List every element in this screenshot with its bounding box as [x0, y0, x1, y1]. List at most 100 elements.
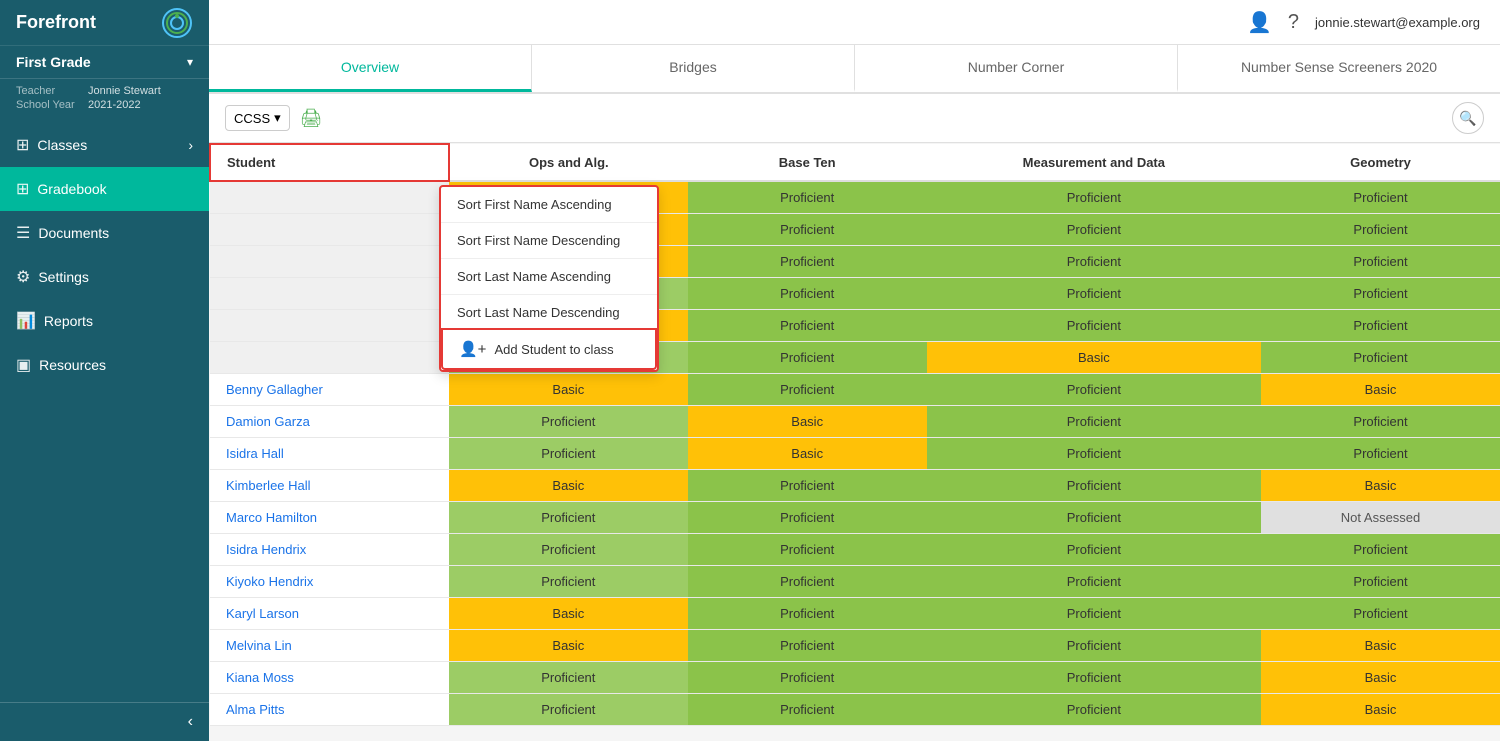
class-name: First Grade — [16, 54, 91, 70]
search-icon: 🔍 — [1459, 110, 1476, 127]
sort-dropdown: Sort First Name Ascending Sort First Nam… — [439, 185, 659, 372]
column-header-geometry: Geometry — [1261, 144, 1500, 181]
cell-geometry: Basic — [1261, 374, 1500, 406]
sidebar-item-label-reports: Reports — [44, 313, 93, 329]
table-body: BasicProficientProficientProficientBasic… — [210, 181, 1500, 726]
cell-base: Proficient — [688, 246, 927, 278]
cell-base: Proficient — [688, 374, 927, 406]
table-row: Isidra HallProficientBasicProficientProf… — [210, 438, 1500, 470]
table-row: Karyl LarsonBasicProficientProficientPro… — [210, 598, 1500, 630]
class-section[interactable]: First Grade ▾ — [0, 45, 209, 79]
help-icon[interactable]: ? — [1288, 11, 1299, 34]
sidebar-item-reports[interactable]: 📊 Reports — [0, 299, 209, 343]
cell-ops: Basic — [449, 470, 688, 502]
main-content: 👤 ? jonnie.stewart@example.org Overview … — [209, 0, 1500, 741]
cell-base: Proficient — [688, 342, 927, 374]
cell-geometry: Proficient — [1261, 310, 1500, 342]
teacher-info: TeacherJonnie Stewart School Year2021-20… — [0, 79, 209, 123]
sidebar-collapse[interactable]: ‹ — [0, 702, 209, 741]
cell-measurement: Proficient — [927, 214, 1261, 246]
table-row: BasicProficientProficientProficient — [210, 181, 1500, 214]
sort-first-name-descending[interactable]: Sort First Name Descending — [441, 222, 657, 258]
sort-last-name-descending[interactable]: Sort Last Name Descending — [441, 294, 657, 330]
tab-number-sense[interactable]: Number Sense Screeners 2020 — [1178, 45, 1500, 92]
cell-base: Proficient — [688, 214, 927, 246]
settings-icon: ⚙ — [16, 267, 30, 287]
teacher-name: Jonnie Stewart — [88, 85, 161, 97]
teacher-label: Teacher — [16, 85, 88, 97]
cell-student-name — [210, 246, 449, 278]
cell-base: Proficient — [688, 534, 927, 566]
sidebar-item-classes[interactable]: ⊞ Classes › — [0, 123, 209, 167]
cell-student-name[interactable]: Kiana Moss — [210, 662, 449, 694]
cell-measurement: Proficient — [927, 374, 1261, 406]
school-year-value: 2021-2022 — [88, 99, 141, 111]
ccss-label: CCSS — [234, 111, 270, 126]
cell-student-name[interactable]: Kimberlee Hall — [210, 470, 449, 502]
cell-student-name[interactable]: Isidra Hall — [210, 438, 449, 470]
cell-student-name[interactable]: Kiyoko Hendrix — [210, 566, 449, 598]
app-logo-icon — [161, 7, 193, 39]
cell-base: Proficient — [688, 470, 927, 502]
cell-measurement: Proficient — [927, 438, 1261, 470]
cell-student-name — [210, 214, 449, 246]
cell-student-name[interactable]: Melvina Lin — [210, 630, 449, 662]
cell-geometry: Proficient — [1261, 598, 1500, 630]
sort-first-name-ascending[interactable]: Sort First Name Ascending — [441, 187, 657, 222]
sidebar-item-label-settings: Settings — [38, 269, 89, 285]
add-student-label: Add Student to class — [494, 342, 613, 357]
print-icon[interactable]: 🖨 — [300, 108, 323, 129]
tab-bridges[interactable]: Bridges — [532, 45, 855, 92]
column-header-student[interactable]: Student — [210, 144, 449, 181]
cell-ops: Basic — [449, 598, 688, 630]
add-person-icon: 👤+ — [459, 340, 486, 358]
search-button[interactable]: 🔍 — [1452, 102, 1484, 134]
nav-items: ⊞ Classes › ⊞ Gradebook ☰ Documents ⚙ Se… — [0, 123, 209, 702]
cell-student-name[interactable]: Alma Pitts — [210, 694, 449, 726]
cell-geometry: Basic — [1261, 630, 1500, 662]
table-row: BasicProficientProficientProficient — [210, 214, 1500, 246]
cell-student-name[interactable]: Benny Gallagher — [210, 374, 449, 406]
table-row: Kimberlee HallBasicProficientProficientB… — [210, 470, 1500, 502]
cell-student-name[interactable]: Isidra Hendrix — [210, 534, 449, 566]
cell-student-name[interactable]: Karyl Larson — [210, 598, 449, 630]
cell-ops: Basic — [449, 374, 688, 406]
chevron-down-icon: ▾ — [187, 55, 193, 69]
ccss-chevron-icon: ▾ — [274, 110, 281, 126]
user-email: jonnie.stewart@example.org — [1315, 15, 1480, 30]
sidebar-item-resources[interactable]: ▣ Resources — [0, 343, 209, 387]
cell-student-name — [210, 342, 449, 374]
sidebar-item-label-gradebook: Gradebook — [37, 181, 106, 197]
cell-base: Proficient — [688, 566, 927, 598]
column-student-label: Student — [227, 155, 275, 170]
cell-measurement: Basic — [927, 342, 1261, 374]
cell-measurement: Proficient — [927, 278, 1261, 310]
cell-base: Proficient — [688, 310, 927, 342]
cell-geometry: Proficient — [1261, 406, 1500, 438]
table-row: Kiana MossProficientProficientProficient… — [210, 662, 1500, 694]
sort-last-name-ascending[interactable]: Sort Last Name Ascending — [441, 258, 657, 294]
cell-base: Proficient — [688, 694, 927, 726]
sidebar-item-gradebook[interactable]: ⊞ Gradebook — [0, 167, 209, 211]
tab-number-corner[interactable]: Number Corner — [855, 45, 1178, 92]
ccss-dropdown-button[interactable]: CCSS ▾ — [225, 105, 290, 131]
collapse-icon[interactable]: ‹ — [188, 713, 193, 731]
sidebar-header: Forefront — [0, 0, 209, 45]
tab-overview[interactable]: Overview — [209, 45, 532, 92]
cell-student-name[interactable]: Marco Hamilton — [210, 502, 449, 534]
sidebar-item-settings[interactable]: ⚙ Settings — [0, 255, 209, 299]
cell-geometry: Proficient — [1261, 278, 1500, 310]
cell-ops: Proficient — [449, 694, 688, 726]
cell-base: Basic — [688, 406, 927, 438]
cell-base: Proficient — [688, 278, 927, 310]
cell-geometry: Proficient — [1261, 566, 1500, 598]
add-student-button[interactable]: 👤+ Add Student to class — [441, 328, 657, 370]
cell-student-name — [210, 310, 449, 342]
cell-measurement: Proficient — [927, 598, 1261, 630]
sidebar-item-documents[interactable]: ☰ Documents — [0, 211, 209, 255]
sidebar-item-label-resources: Resources — [39, 357, 106, 373]
cell-base: Proficient — [688, 630, 927, 662]
cell-geometry: Basic — [1261, 694, 1500, 726]
cell-ops: Proficient — [449, 502, 688, 534]
cell-student-name[interactable]: Damion Garza — [210, 406, 449, 438]
